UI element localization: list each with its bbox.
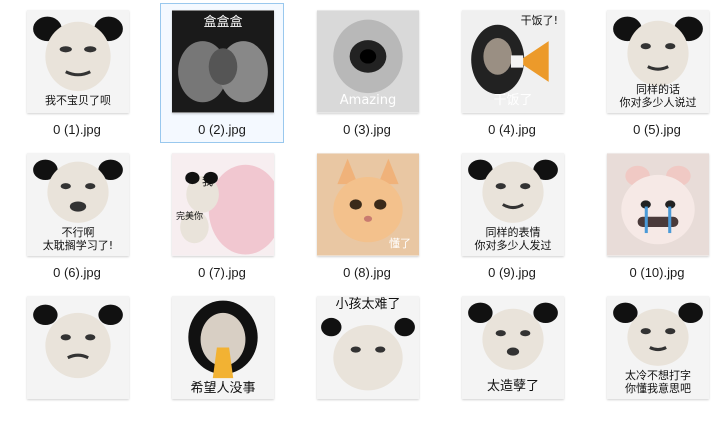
meme-caption: 同样的表情 你对多少人发过	[474, 226, 552, 252]
file-item[interactable]: 同样的话 你对多少人说过 0 (5).jpg	[595, 3, 719, 143]
thumbnail: 太冷不想打字 你懂我意思吧	[607, 296, 709, 399]
thumbnail: 我 完美你	[172, 153, 274, 256]
meme-caption-top: 干饭了!	[520, 14, 558, 27]
file-name: 0 (2).jpg	[198, 122, 246, 137]
thumbnail: 我不宝贝了呗	[27, 10, 129, 113]
file-name: 0 (4).jpg	[488, 122, 536, 137]
file-item[interactable]: 我不宝贝了呗 0 (1).jpg	[15, 3, 139, 143]
thumbnail: 同样的话 你对多少人说过	[607, 10, 709, 113]
file-item[interactable]: Amazing 0 (3).jpg	[305, 3, 429, 143]
file-name: 0 (8).jpg	[343, 265, 391, 280]
thumbnail: Amazing	[317, 10, 419, 113]
file-name: 0 (6).jpg	[53, 265, 101, 280]
file-item[interactable]: 懂了 0 (8).jpg	[305, 146, 429, 286]
file-name: 0 (9).jpg	[488, 265, 536, 280]
file-item[interactable]: 0 (10).jpg	[595, 146, 719, 286]
file-grid: 我不宝贝了呗 0 (1).jpg 盒盒盒 0 (2).jpg Amazing 0…	[0, 0, 720, 403]
thumbnail	[607, 153, 709, 256]
thumbnail: 干饭了! 干饭了	[462, 10, 564, 113]
thumbnail: 不行啊 太耽搁学习了!	[27, 153, 129, 256]
file-item[interactable]: 希望人没事	[160, 289, 284, 429]
panda-meme-icon	[27, 296, 129, 399]
meme-caption: 太冷不想打字 你懂我意思吧	[625, 369, 691, 395]
file-item[interactable]: 小孩太难了	[305, 289, 429, 429]
file-item[interactable]: 不行啊 太耽搁学习了! 0 (6).jpg	[15, 146, 139, 286]
file-item[interactable]: 太冷不想打字 你懂我意思吧	[595, 289, 719, 429]
meme-caption: 希望人没事	[190, 381, 256, 396]
meme-caption: 太造孽了	[486, 379, 539, 394]
file-name: 0 (10).jpg	[629, 265, 685, 280]
meme-caption: 干饭了	[493, 93, 533, 108]
file-name: 0 (5).jpg	[633, 122, 681, 137]
thumbnail: 太造孽了	[462, 296, 564, 399]
meme-caption: 同样的话 你对多少人说过	[619, 83, 697, 109]
meme-caption: 盒盒盒	[203, 15, 243, 30]
thumbnail	[27, 296, 129, 399]
thumbnail: 盒盒盒	[172, 10, 274, 113]
thumbnail: 同样的表情 你对多少人发过	[462, 153, 564, 256]
file-item[interactable]: 同样的表情 你对多少人发过 0 (9).jpg	[450, 146, 574, 286]
pink-blanket-meme-icon	[172, 153, 274, 256]
file-item[interactable]: 盒盒盒 0 (2).jpg	[160, 3, 284, 143]
meme-caption: Amazing	[339, 93, 397, 108]
file-item[interactable]: 干饭了! 干饭了 0 (4).jpg	[450, 3, 574, 143]
thumbnail: 希望人没事	[172, 296, 274, 399]
file-item[interactable]: 太造孽了	[450, 289, 574, 429]
meme-caption-side: 完美你	[176, 212, 204, 222]
file-name: 0 (3).jpg	[343, 122, 391, 137]
file-name: 0 (1).jpg	[53, 122, 101, 137]
thumbnail: 懂了	[317, 153, 419, 256]
file-item[interactable]: 我 完美你 0 (7).jpg	[160, 146, 284, 286]
thumbnail: 小孩太难了	[317, 296, 419, 399]
meme-caption: 我不宝贝了呗	[45, 94, 111, 107]
meme-caption: 懂了	[389, 237, 411, 250]
meme-caption: 小孩太难了	[335, 297, 401, 312]
meme-caption: 我	[202, 175, 213, 188]
file-item[interactable]	[15, 289, 139, 429]
mouse-meme-icon	[607, 153, 709, 256]
file-name: 0 (7).jpg	[198, 265, 246, 280]
meme-caption: 不行啊 太耽搁学习了!	[42, 226, 114, 252]
